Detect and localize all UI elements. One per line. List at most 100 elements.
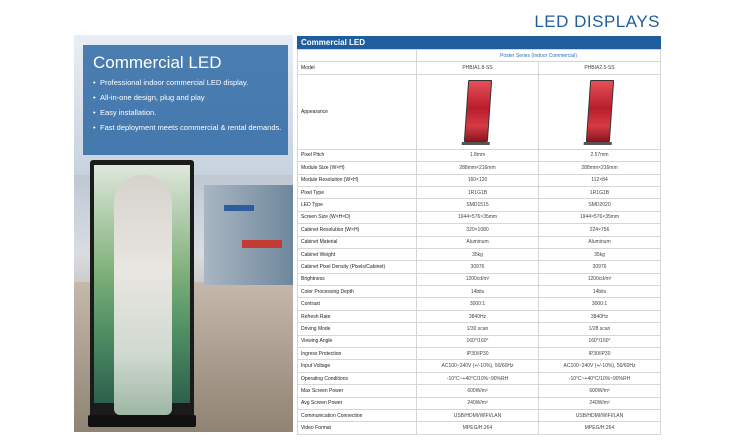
table-row: Driving Mode 1/30 scan 1/28 scan (297, 322, 661, 336)
row-label: Screen Size (W×H×D) (297, 210, 417, 225)
table-row: Cabinet Resolution (W×H) 320×1080 224×756 (297, 223, 661, 237)
row-value: 600W/m² (416, 384, 539, 398)
row-label: Module Size (W×H) (297, 161, 417, 175)
table-row: Module Size (W×H) 288mm×216mm 288mm×216mm (297, 161, 661, 175)
table-row: Operating Conditions -10°C~+40°C/10%~90%R… (297, 371, 661, 386)
row-label: Viewing Angle (297, 334, 417, 349)
row-value: 1944×576×35mm (416, 210, 539, 225)
table-row: Avg Screen Power 240W/m² 240W/m² (297, 396, 661, 411)
feature-item: Professional indoor commercial LED displ… (93, 78, 283, 87)
row-label: Cabinet Material (297, 235, 417, 249)
row-value: 30976 (416, 260, 539, 274)
storefront (204, 185, 293, 285)
row-value: 3840Hz (538, 309, 661, 324)
feature-item: Easy installation. (93, 108, 283, 117)
person-figure (114, 175, 172, 415)
row-value: PHBIA1.8-SS (416, 61, 539, 75)
table-row: Video Format MPEG/H.264 MPEG/H.264 (297, 421, 661, 435)
row-value: 1200cd/m² (538, 272, 661, 287)
row-label: Cabinet Weight (297, 247, 417, 262)
row-value: 2.57mm (538, 148, 661, 163)
row-value: 30976 (538, 260, 661, 274)
row-label: Driving Mode (297, 322, 417, 336)
row-value: 288mm×216mm (538, 161, 661, 175)
table-row: Screen Size (W×H×D) 1944×576×35mm 1944×576… (297, 210, 661, 225)
row-value: AC100~240V (+/-10%), 50/60Hz (416, 359, 539, 373)
row-label: Max Screen Power (297, 384, 417, 398)
row-label: Contrast (297, 297, 417, 311)
row-value: -10°C~+40°C/10%~90%RH (416, 371, 539, 386)
feature-item: All-in-one design, plug and play (93, 93, 283, 102)
row-label: Model (297, 61, 417, 75)
product-image (585, 79, 614, 142)
row-label: LED Type (297, 198, 417, 212)
kiosk-base (88, 415, 196, 427)
row-label: Color Processing Depth (297, 285, 417, 299)
row-value: 240W/m² (416, 396, 539, 411)
row-value: 288mm×216mm (416, 161, 539, 175)
row-value: 3000:1 (538, 297, 661, 311)
feature-list: Professional indoor commercial LED displ… (93, 78, 283, 138)
row-value: AC100~240V (+/-10%), 50/60Hz (538, 359, 661, 373)
spec-table-container: Commercial LED Poster Series (Indoor Com… (297, 36, 661, 435)
row-value: PHBIA2.5-SS (538, 61, 661, 75)
row-value: 160×120 (416, 173, 539, 187)
row-value: 3000:1 (416, 297, 539, 311)
row-value: -10°C~+40°C/10%~90%RH (538, 371, 661, 386)
series-label-cell (297, 48, 417, 63)
row-value: 600W/m² (538, 384, 661, 398)
row-value: 160°/160° (538, 334, 661, 349)
row-value: USB/HDMI/WIFI/LAN (538, 408, 661, 423)
table-row: Refresh Rate 3840Hz 3840Hz (297, 309, 661, 324)
product-image (463, 79, 492, 142)
table-row: Module Resolution (W×H) 160×120 112×84 (297, 173, 661, 187)
store-sign-blue (224, 205, 254, 211)
table-header: Commercial LED (297, 36, 661, 49)
row-value: 320×1080 (416, 223, 539, 237)
row-value: MPEG/H.264 (416, 421, 539, 435)
row-value: IP30/IP30 (538, 347, 661, 361)
table-row: Brightness 1200cd/m² 1200cd/m² (297, 272, 661, 287)
page-title: LED DISPLAYS (534, 12, 660, 31)
row-value: 224×756 (538, 223, 661, 237)
row-value: SMD1515 (416, 198, 539, 212)
spec-table: Poster Series (Indoor Commercial) Model PH… (297, 48, 661, 435)
row-value: IP30/IP30 (416, 347, 539, 361)
row-label: Input Voltage (297, 359, 417, 373)
row-value: 35kg (538, 247, 661, 262)
series-name: Poster Series (Indoor Commercial) (416, 48, 661, 63)
row-value: 1/30 scan (416, 322, 539, 336)
row-value: Aluminum (416, 235, 539, 249)
table-row: Communication Connection USB/HDMI/WIFI/LA… (297, 408, 661, 423)
table-row: Ingress Protection IP30/IP30 IP30/IP30 (297, 347, 661, 361)
row-label: Pixel Pitch (297, 148, 417, 163)
row-value: 160°/160° (416, 334, 539, 349)
table-row: Pixel Pitch 1.8mm 2.57mm (297, 148, 661, 163)
hero-title: Commercial LED (93, 53, 222, 72)
store-sign-red (242, 240, 282, 248)
row-label: Ingress Protection (297, 347, 417, 361)
row-label: Avg Screen Power (297, 396, 417, 411)
table-row: Input Voltage AC100~240V (+/-10%), 50/60H… (297, 359, 661, 373)
row-value: 3840Hz (416, 309, 539, 324)
table-row: Contrast 3000:1 3000:1 (297, 297, 661, 311)
row-value: 14bits (416, 285, 539, 299)
table-row: Viewing Angle 160°/160° 160°/160° (297, 334, 661, 349)
row-label: Video Format (297, 421, 417, 435)
row-label: Brightness (297, 272, 417, 287)
appearance-cell (416, 73, 539, 150)
row-value: Aluminum (538, 235, 661, 249)
row-value: 14bits (538, 285, 661, 299)
table-row: Model PHBIA1.8-SS PHBIA2.5-SS (297, 61, 661, 75)
row-value: 35kg (416, 247, 539, 262)
feature-item: Fast deployment meets commercial & renta… (93, 123, 283, 132)
table-row: Cabinet Pixel Density (Pixels/Cabinet) 30… (297, 260, 661, 274)
row-label: Module Resolution (W×H) (297, 173, 417, 187)
table-row: Color Processing Depth 14bits 14bits (297, 285, 661, 299)
row-label: Cabinet Pixel Density (Pixels/Cabinet) (297, 260, 417, 274)
row-label: Appearance (297, 73, 417, 150)
row-label: Cabinet Resolution (W×H) (297, 223, 417, 237)
table-row: Cabinet Material Aluminum Aluminum (297, 235, 661, 249)
row-value: MPEG/H.264 (538, 421, 661, 435)
row-value: SMD2020 (538, 198, 661, 212)
